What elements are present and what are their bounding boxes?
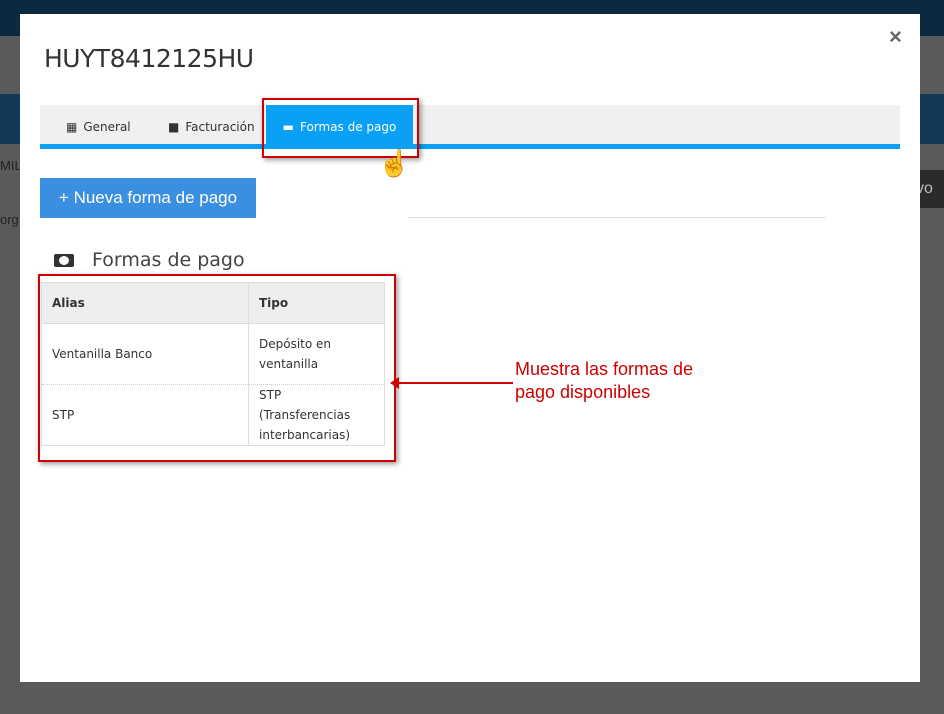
tab-label: General xyxy=(83,120,131,134)
modal-title: HUYT8412125HU xyxy=(44,44,254,73)
annotation-text: Muestra las formas de pago disponibles xyxy=(515,359,694,402)
divider xyxy=(408,217,826,218)
background-text: MIL xyxy=(0,158,22,173)
tab-facturacion[interactable]: ■ Facturación xyxy=(168,105,255,149)
highlight-box xyxy=(38,274,396,462)
background-button: vo xyxy=(916,170,944,208)
section-title: Formas de pago xyxy=(54,249,245,271)
tab-label: Facturación xyxy=(185,120,255,134)
money-icon xyxy=(54,253,74,267)
arrow-left-icon xyxy=(390,377,513,389)
modal-dialog: × HUYT8412125HU ▦ General ■ Facturación ▬ F… xyxy=(20,14,920,682)
tab-bar: ▦ General ■ Facturación ▬ Formas de pago xyxy=(40,105,900,149)
section-title-text: Formas de pago xyxy=(92,249,245,271)
building-icon: ▦ xyxy=(66,120,78,134)
tab-general[interactable]: ▦ General xyxy=(66,105,131,149)
hand-cursor-icon: ☝ xyxy=(378,148,411,178)
close-button[interactable]: × xyxy=(889,24,902,50)
new-payment-method-button[interactable]: + Nueva forma de pago xyxy=(40,178,256,218)
briefcase-icon: ■ xyxy=(168,120,180,134)
background-text: org xyxy=(0,212,19,227)
